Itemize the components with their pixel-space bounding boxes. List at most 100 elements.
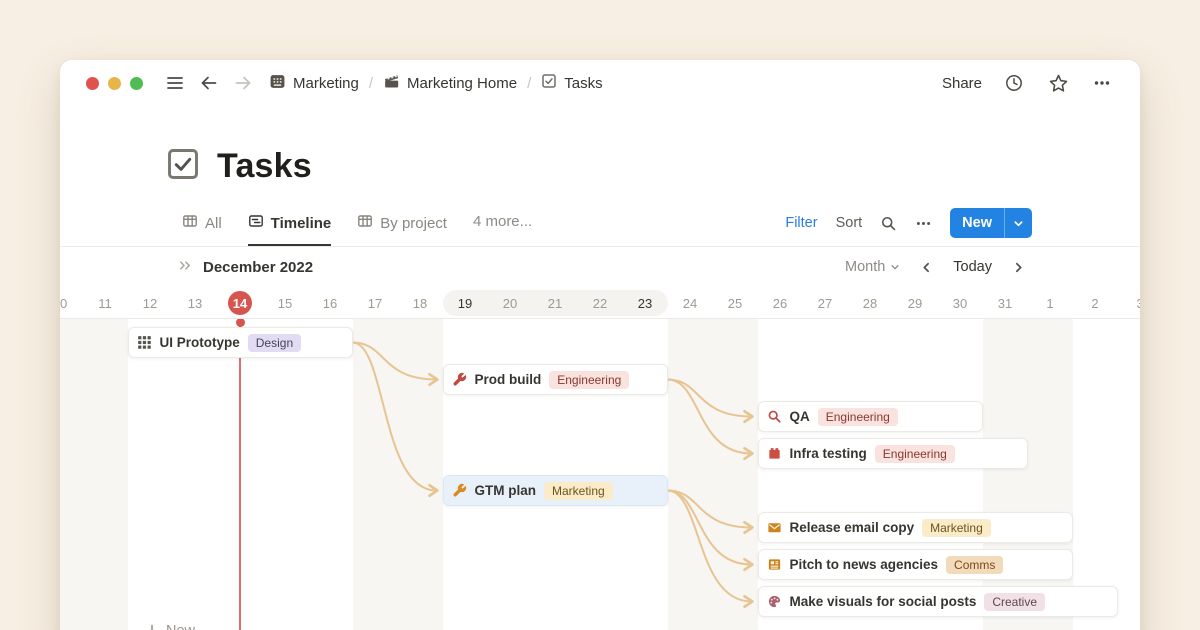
date-cell: 31: [983, 287, 1028, 319]
add-task-label: New: [166, 623, 195, 630]
weekend-stripe: [83, 319, 128, 630]
date-cell: 15: [263, 287, 308, 319]
close-window-button[interactable]: [86, 77, 99, 90]
new-button-label[interactable]: New: [950, 208, 1004, 238]
search-icon[interactable]: [880, 215, 897, 232]
date-cell: 3: [1118, 287, 1141, 319]
page-checkbox-icon: [165, 146, 201, 187]
task-label: Make visuals for social posts: [790, 594, 977, 609]
tab-label: All: [205, 215, 222, 232]
date-cell: 26: [758, 287, 803, 319]
zoom-window-button[interactable]: [130, 77, 143, 90]
breadcrumb-item-marketing[interactable]: Marketing: [269, 73, 359, 94]
weekend-stripe: [398, 319, 443, 630]
date-cell: 28: [848, 287, 893, 319]
task-card-ui-prototype[interactable]: UI PrototypeDesign: [128, 327, 353, 358]
breadcrumb: Marketing / Marketing Home / Tasks: [269, 73, 603, 94]
new-dropdown-chevron-icon[interactable]: [1004, 208, 1032, 238]
date-cell: 30: [938, 287, 983, 319]
prev-month-icon[interactable]: [920, 261, 933, 274]
share-button[interactable]: Share: [942, 75, 982, 92]
envelope-icon: [767, 520, 782, 535]
timeline-body: UI PrototypeDesignProd buildEngineeringQ…: [60, 319, 1140, 630]
clock-icon[interactable]: [1002, 71, 1026, 95]
window-topbar: Marketing / Marketing Home / Tasks: [60, 60, 1140, 106]
breadcrumb-label: Tasks: [564, 75, 602, 92]
task-label: Pitch to news agencies: [790, 557, 939, 572]
wrench-icon: [452, 483, 467, 498]
task-card-gtm-plan[interactable]: GTM planMarketing: [443, 475, 668, 506]
task-card-release-email-copy[interactable]: Release email copyMarketing: [758, 512, 1073, 543]
tab-label: By project: [380, 215, 447, 232]
task-card-infra-testing[interactable]: Infra testingEngineering: [758, 438, 1028, 469]
date-cell-today: 14: [218, 287, 263, 319]
page-header: Tasks: [60, 106, 1140, 187]
date-cell: 21: [533, 287, 578, 319]
sort-button[interactable]: Sort: [836, 215, 863, 231]
weekend-stripe: [983, 319, 1028, 630]
back-icon[interactable]: [197, 71, 221, 95]
date-cell: 23: [623, 287, 668, 319]
weekend-stripe: [668, 319, 713, 630]
task-card-prod-build[interactable]: Prod build Engineering: [443, 364, 668, 395]
board-icon: [269, 73, 286, 94]
date-cell: 29: [893, 287, 938, 319]
sidebar-toggle-icon[interactable]: [163, 71, 187, 95]
today-badge: 14: [228, 291, 252, 315]
wrench-icon: [452, 372, 467, 387]
view-options-icon[interactable]: [915, 215, 932, 232]
date-cell: 27: [803, 287, 848, 319]
weekend-stripe: [713, 319, 758, 630]
task-tag: Design: [248, 334, 301, 352]
timeline-date-row: 1011121314151617181920212223242526272829…: [60, 287, 1140, 319]
breadcrumb-item-marketing-home[interactable]: Marketing Home: [383, 73, 517, 94]
date-cell: 25: [713, 287, 758, 319]
next-month-icon[interactable]: [1012, 261, 1025, 274]
scale-dropdown[interactable]: Month: [845, 259, 900, 275]
task-card-qa[interactable]: QAEngineering: [758, 401, 983, 432]
tab-timeline[interactable]: Timeline: [248, 213, 332, 246]
window-controls: [86, 77, 143, 90]
tab-by-project[interactable]: By project: [357, 213, 447, 246]
task-tag: Engineering: [549, 371, 629, 389]
table-icon: [182, 213, 198, 233]
task-tag: Engineering: [875, 445, 955, 463]
date-cell: 16: [308, 287, 353, 319]
expand-chevrons-icon[interactable]: [178, 258, 193, 277]
magnifier-icon: [767, 409, 782, 424]
task-label: Release email copy: [790, 520, 915, 535]
scale-label: Month: [845, 259, 885, 275]
timeline-icon: [248, 213, 264, 233]
task-tag: Comms: [946, 556, 1003, 574]
view-tabs-bar: All Timeline By project 4 more... Filter…: [60, 207, 1140, 247]
date-cell: 10: [60, 287, 83, 319]
forward-icon[interactable]: [231, 71, 255, 95]
date-cell: 12: [128, 287, 173, 319]
task-card-pitch-news[interactable]: Pitch to news agencies Comms: [758, 549, 1073, 580]
add-task-button[interactable]: New: [145, 623, 195, 630]
today-button[interactable]: Today: [953, 259, 992, 275]
more-options-icon[interactable]: [1090, 71, 1114, 95]
timeline-month-label: December 2022: [203, 259, 313, 276]
breadcrumb-label: Marketing: [293, 75, 359, 92]
filter-button[interactable]: Filter: [785, 215, 817, 231]
task-label: Prod build: [475, 372, 542, 387]
task-tag: Engineering: [818, 408, 898, 426]
grid-icon: [137, 335, 152, 350]
date-cell: 11: [83, 287, 128, 319]
palette-icon: [767, 594, 782, 609]
breadcrumb-separator: /: [369, 75, 373, 92]
new-button[interactable]: New: [950, 208, 1032, 238]
tab-all[interactable]: All: [182, 213, 222, 246]
tab-label: Timeline: [271, 215, 332, 232]
task-card-make-visuals[interactable]: Make visuals for social postsCreative: [758, 586, 1118, 617]
today-line: [239, 319, 241, 630]
breadcrumb-item-tasks[interactable]: Tasks: [541, 73, 602, 93]
minimize-window-button[interactable]: [108, 77, 121, 90]
date-cell: 22: [578, 287, 623, 319]
table-icon: [357, 213, 373, 233]
star-icon[interactable]: [1046, 71, 1070, 95]
more-views-button[interactable]: 4 more...: [473, 213, 532, 246]
clapper-icon: [383, 73, 400, 94]
date-cell: 2: [1073, 287, 1118, 319]
